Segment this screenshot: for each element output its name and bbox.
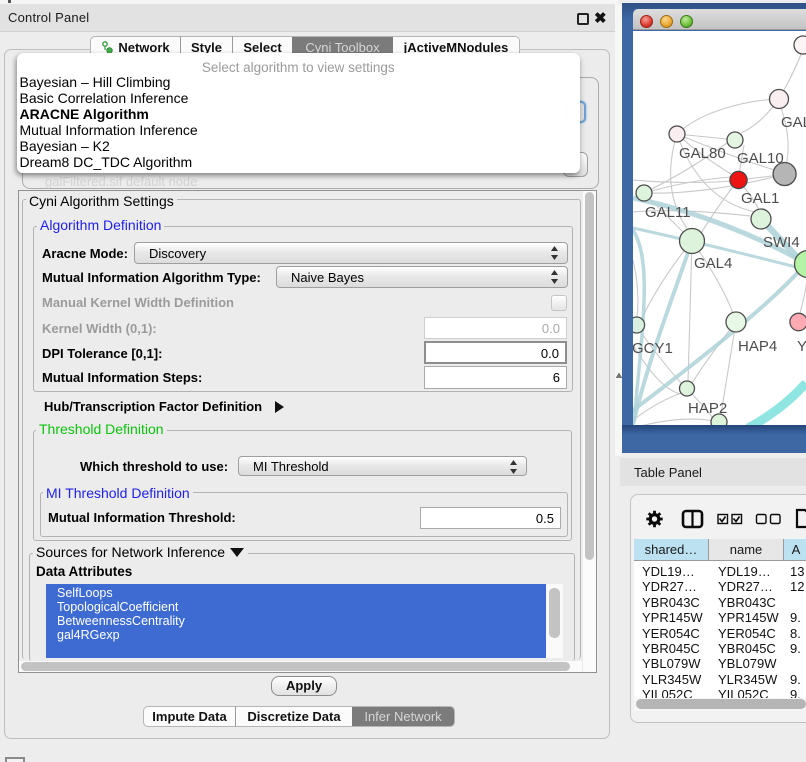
svg-text:GAL4: GAL4 [694,255,732,272]
svg-text:SWI4: SWI4 [763,234,800,251]
svg-text:GAL80: GAL80 [679,145,726,162]
svg-text:GAL10: GAL10 [737,150,784,167]
svg-text:GAL2: GAL2 [781,114,806,131]
svg-text:GAL1: GAL1 [741,190,779,207]
svg-text:Y: Y [797,338,806,355]
svg-text:HAP2: HAP2 [688,400,727,417]
svg-text:GAL11: GAL11 [645,204,691,221]
svg-text:HAP4: HAP4 [738,338,777,355]
svg-text:GCY1: GCY1 [633,340,673,357]
